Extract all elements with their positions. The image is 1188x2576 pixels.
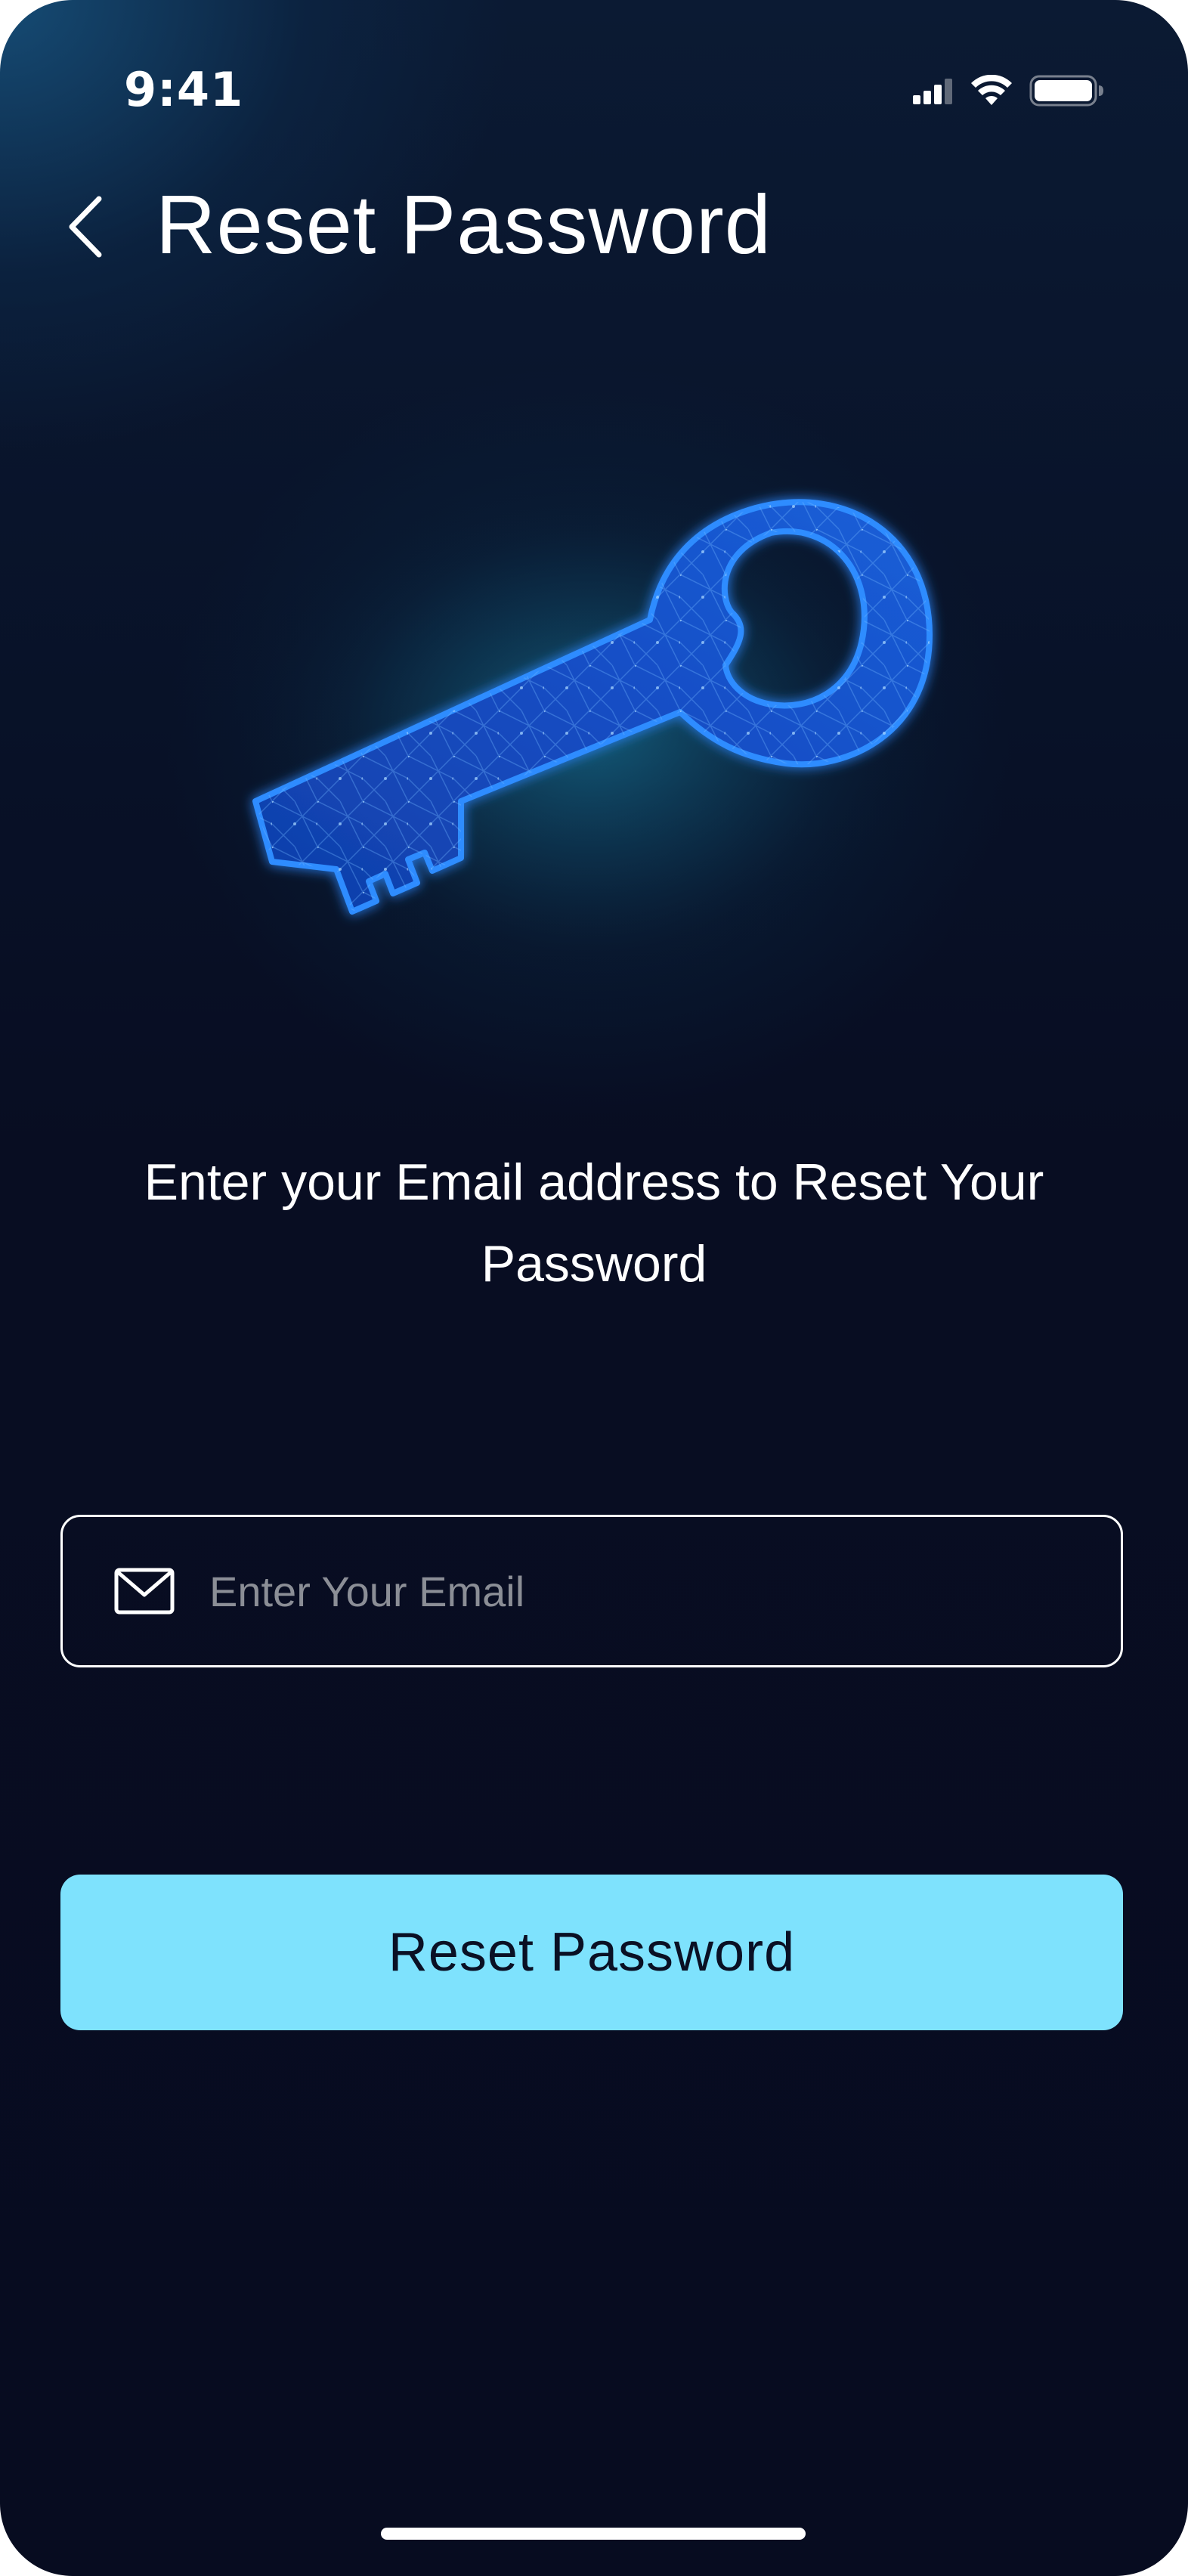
home-indicator bbox=[381, 2528, 806, 2540]
instruction-text: Enter your Email address to Reset Your P… bbox=[144, 1153, 1044, 1293]
status-icons bbox=[911, 74, 1105, 107]
email-field[interactable] bbox=[60, 1515, 1123, 1667]
key-icon bbox=[234, 476, 945, 975]
page-title: Reset Password bbox=[156, 178, 772, 271]
signal-icon bbox=[913, 79, 952, 104]
reset-password-screen: 9:41 Reset Password Enter your Email add… bbox=[0, 0, 1188, 2576]
mail-icon bbox=[114, 1568, 175, 1615]
battery-icon bbox=[1029, 75, 1103, 107]
status-bar: 9:41 bbox=[0, 0, 1188, 181]
email-input[interactable] bbox=[208, 1545, 1121, 1637]
wifi-icon bbox=[971, 75, 1012, 105]
back-button[interactable] bbox=[59, 189, 112, 265]
key-illustration bbox=[227, 438, 967, 983]
reset-password-button[interactable]: Reset Password bbox=[60, 1875, 1123, 2030]
header: Reset Password bbox=[0, 166, 1188, 280]
chevron-left-icon bbox=[69, 196, 102, 258]
status-time: 9:41 bbox=[124, 62, 244, 117]
